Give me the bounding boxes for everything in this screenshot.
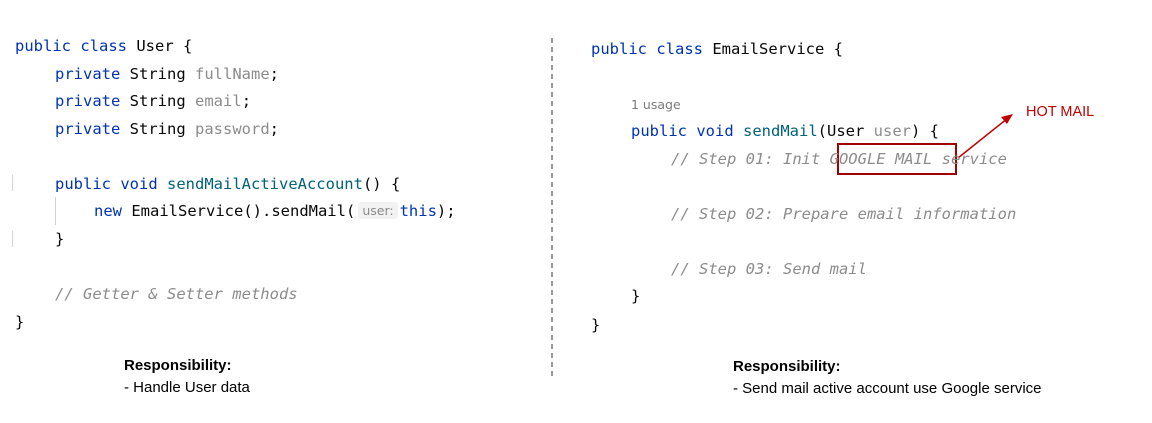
hot-mail-annotation-label: HOT MAIL [1026,104,1095,120]
emailservice-class-declaration: public class EmailService { [591,39,843,59]
right-responsibility-title: Responsibility: [733,358,841,375]
step-03-comment: // Step 03: Send mail [671,260,867,278]
brace: { [833,40,843,58]
keyword: public class [591,40,703,58]
step-02-comment: // Step 02: Prepare email information [671,205,1017,223]
method-name: sendMail [743,122,818,140]
class-close-brace: } [591,316,601,334]
left-responsibility-item: - Handle User data [124,379,250,396]
param-type: (User [817,122,865,140]
method-signature: public void sendMail(User user) { [631,121,939,141]
highlighted-service-name: GOOGLE MAIL [829,150,933,168]
class-name: EmailService [712,40,825,58]
usage-hint[interactable]: 1 usage [631,97,681,113]
param-name: user [873,122,911,140]
comment-text: // Step 01: Init [671,150,830,168]
comment-text: service [932,150,1007,168]
step-01-comment: // Step 01: Init GOOGLE MAIL service [671,149,1007,169]
right-responsibility-item: - Send mail active account use Google se… [733,380,1042,397]
method-paren-close: ) { [911,122,939,140]
method-close-brace: } [631,287,641,305]
keyword: public void [631,122,734,140]
left-responsibility-title: Responsibility: [124,357,232,374]
